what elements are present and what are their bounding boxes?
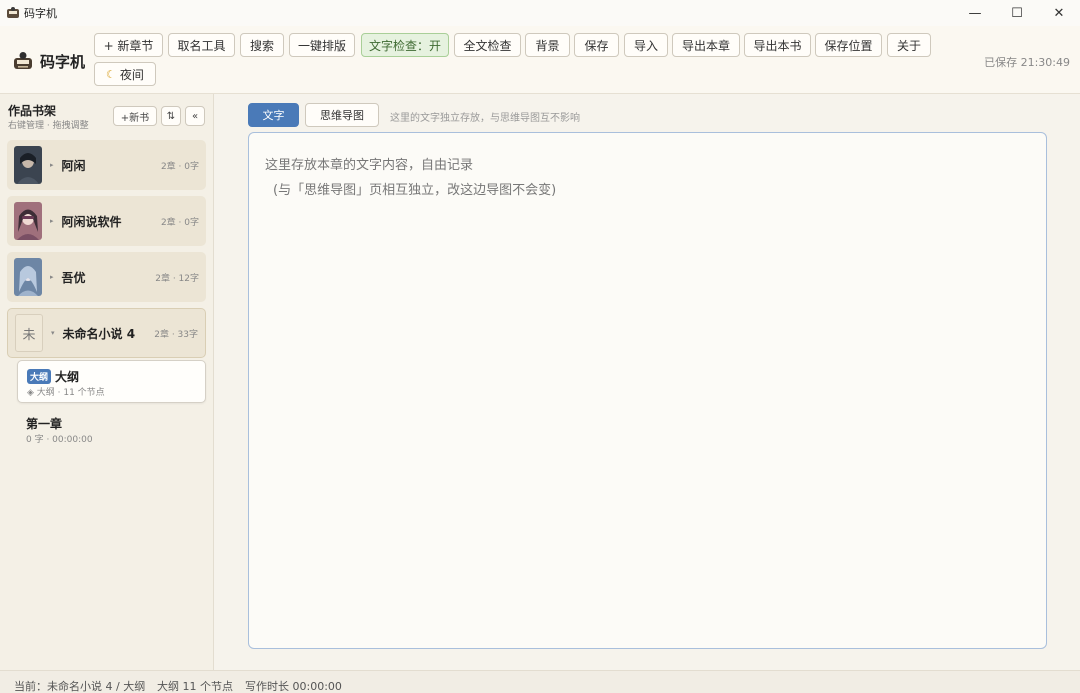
save-location-button[interactable]: 保存位置: [815, 33, 882, 57]
text-check-toggle[interactable]: 文字检查：开: [361, 33, 449, 57]
bookshelf-sidebar: 作品书架 右键管理 · 拖拽调整 +新书 ⇅ « ▸ 阿闲 2章 · 0字 ▸ …: [0, 94, 214, 670]
toolbar: 码字机 + 新章节 取名工具 搜索 一键排版 文字检查：开 全文检查 背景 保存…: [0, 26, 1080, 94]
typewriter-logo-icon: [14, 52, 32, 69]
export-chapter-button[interactable]: 导出本章: [672, 33, 740, 57]
book-meta: 2章 · 0字: [160, 217, 199, 228]
tab-text[interactable]: 文字: [248, 103, 299, 127]
book-item-open[interactable]: 未 ▾ 未命名小说 4 2章 · 33字: [7, 308, 206, 358]
status-current-location: 当前：未命名小说 4 / 大纲: [14, 680, 146, 693]
status-writing-time: 写作时长 00:00:00: [245, 680, 342, 693]
book-cover-image: [14, 146, 42, 184]
title-bar: 码字机 — ☐ ✕: [0, 0, 1080, 26]
minimize-button[interactable]: —: [954, 0, 996, 26]
window-controls: — ☐ ✕: [954, 0, 1080, 26]
book-name: 未命名小说 4: [62, 326, 136, 341]
tab-hint: 这里的文字独立存放，与思维导图互不影响: [390, 113, 580, 124]
expand-caret-icon[interactable]: ▸: [50, 217, 54, 225]
night-mode-label: 夜间: [119, 67, 144, 82]
brand: 码字机: [12, 50, 85, 72]
new-chapter-button[interactable]: + 新章节: [94, 33, 163, 57]
status-bar: 当前：未命名小说 4 / 大纲 大纲 11 个节点 写作时长 00:00:00: [0, 670, 1080, 693]
book-cover-portrait-icon: [14, 202, 42, 240]
chapter-text-editor[interactable]: 这里存放本章的文字内容，自由记录 (与「思维导图」页相互独立，改这边导图不会变): [248, 132, 1047, 649]
chapter-title: 大纲 大纲: [27, 368, 79, 385]
import-button[interactable]: 导入: [624, 33, 668, 57]
tab-mindmap[interactable]: 思维导图: [305, 103, 379, 127]
book-cover-image: [14, 202, 42, 240]
export-book-button[interactable]: 导出本书: [744, 33, 811, 57]
book-name: 阿闲: [61, 158, 86, 173]
window-title: 码字机: [24, 7, 57, 20]
one-click-layout-button[interactable]: 一键排版: [289, 33, 355, 57]
book-meta: 2章 · 12字: [155, 273, 199, 284]
chapter-title: 第一章: [26, 417, 63, 431]
book-item[interactable]: ▸ 阿闲 2章 · 0字: [7, 140, 206, 190]
bookshelf-subtitle: 右键管理 · 拖拽调整: [8, 121, 89, 131]
outline-tag-badge: 大纲: [27, 369, 52, 384]
book-item[interactable]: ▸ 吾优 2章 · 12字: [7, 252, 206, 302]
book-meta: 2章 · 0字: [160, 161, 199, 172]
moon-icon: ☾: [106, 67, 116, 81]
book-meta: 2章 · 33字: [154, 329, 198, 340]
app-logo-icon: [7, 7, 19, 18]
full-check-button[interactable]: 全文检查: [454, 33, 521, 57]
status-outline-count: 大纲 11 个节点: [157, 680, 233, 693]
book-cover-placeholder: 未: [15, 314, 43, 352]
brand-name: 码字机: [40, 52, 86, 71]
naming-tool-button[interactable]: 取名工具: [168, 33, 235, 57]
collapse-caret-icon[interactable]: ▾: [51, 329, 55, 337]
book-cover-image: [14, 258, 42, 296]
editor-area: 文字 思维导图 这里的文字独立存放，与思维导图互不影响 这里存放本章的文字内容，…: [215, 94, 1080, 670]
book-cover-portrait-icon: [14, 258, 42, 296]
chapter-item[interactable]: 第一章 0 字 · 00:00:00: [17, 408, 206, 446]
expand-caret-icon[interactable]: ▸: [50, 273, 54, 281]
editor-placeholder-line-2: (与「思维导图」页相互独立，改这边导图不会变): [273, 183, 557, 198]
save-status: 已保存 21:30:49: [984, 56, 1070, 69]
night-mode-button[interactable]: ☾ 夜间: [94, 62, 156, 86]
collapse-sidebar-icon[interactable]: «: [185, 106, 205, 126]
close-button[interactable]: ✕: [1038, 0, 1080, 26]
chapter-meta: ◈ 大纲 · 11 个节点: [27, 388, 105, 398]
book-cover-portrait-icon: [14, 146, 42, 184]
chapter-item-outline[interactable]: 大纲 大纲 ◈ 大纲 · 11 个节点: [17, 360, 206, 403]
new-book-button[interactable]: +新书: [113, 106, 157, 126]
editor-placeholder-line-1: 这里存放本章的文字内容，自由记录: [265, 158, 474, 173]
book-name: 阿闲说软件: [61, 214, 122, 229]
book-item[interactable]: ▸ 阿闲说软件 2章 · 0字: [7, 196, 206, 246]
book-name: 吾优: [61, 270, 86, 285]
save-button[interactable]: 保存: [574, 33, 619, 57]
expand-caret-icon[interactable]: ▸: [50, 161, 54, 169]
bookshelf-title: 作品书架: [8, 104, 57, 118]
background-button[interactable]: 背景: [525, 33, 570, 57]
search-button[interactable]: 搜索: [240, 33, 284, 57]
maximize-button[interactable]: ☐: [996, 0, 1038, 26]
about-button[interactable]: 关于: [887, 33, 931, 57]
chapter-title-text: 大纲: [55, 370, 80, 384]
chapter-meta: 0 字 · 00:00:00: [26, 435, 93, 445]
sort-icon[interactable]: ⇅: [161, 106, 181, 126]
